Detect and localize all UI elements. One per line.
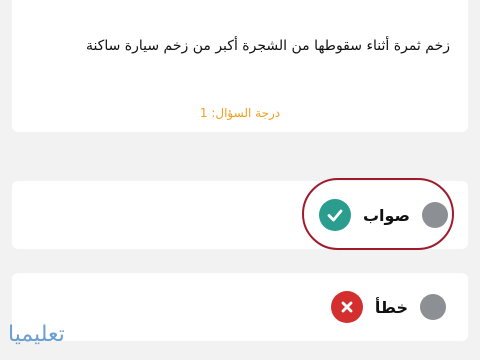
- radio-button-true[interactable]: [422, 202, 448, 228]
- option-true[interactable]: صواب: [12, 181, 468, 249]
- question-grade: درجة السؤال: 1: [199, 106, 281, 120]
- question-text: زخم ثمرة أثناء سقوطها من الشجرة أكبر من …: [85, 38, 450, 54]
- close-icon: [330, 291, 363, 323]
- option-false-label: خطأ: [374, 297, 408, 317]
- check-icon: [318, 199, 351, 231]
- option-true-label: صواب: [362, 205, 410, 225]
- watermark-logo: تعليميا: [8, 322, 65, 347]
- option-false[interactable]: خطأ: [12, 273, 468, 341]
- question-card: زخم ثمرة أثناء سقوطها من الشجرة أكبر من …: [12, 0, 468, 132]
- radio-button-false[interactable]: [420, 294, 446, 320]
